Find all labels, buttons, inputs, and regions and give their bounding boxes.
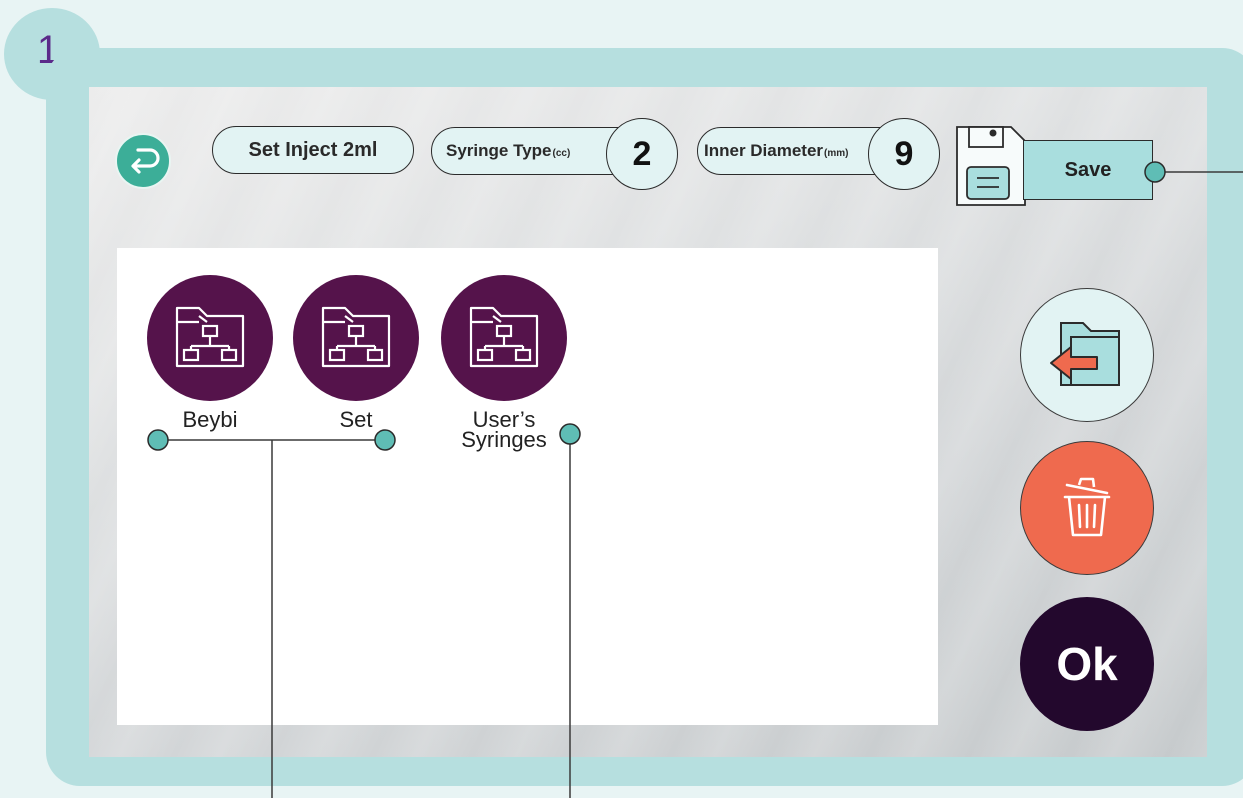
file-browser-panel: Beybi Set User’s Syringes <box>117 248 938 725</box>
floppy-disk-icon <box>956 126 1026 206</box>
load-folder-button[interactable] <box>1020 288 1154 422</box>
syringe-type-label: Syringe Type <box>446 141 552 160</box>
program-name-button[interactable]: Set Inject 2ml <box>212 126 414 174</box>
folder-network-icon <box>469 306 539 368</box>
touch-screen: Set Inject 2ml Syringe Type (cc) 2 Inner … <box>89 87 1207 757</box>
folder-load-icon <box>1050 322 1120 386</box>
trash-icon <box>1063 477 1111 537</box>
ok-button[interactable]: Ok <box>1020 597 1154 731</box>
folder-label-users-syringes: User’s Syringes <box>461 407 547 452</box>
back-button[interactable] <box>115 133 171 189</box>
save-button[interactable]: Save <box>1023 140 1153 200</box>
folder-item-beybi[interactable]: Beybi <box>145 275 275 432</box>
inner-diameter-label: Inner Diameter <box>704 141 824 160</box>
syringe-type-unit: (cc) <box>552 148 571 159</box>
inner-diameter-selector[interactable]: Inner Diameter (mm) 9 <box>697 118 940 190</box>
delete-button[interactable] <box>1020 441 1154 575</box>
return-arrow-icon <box>131 148 160 174</box>
save-control: Save <box>955 125 1155 206</box>
syringe-type-selector[interactable]: Syringe Type (cc) 2 <box>431 118 678 190</box>
inner-diameter-value[interactable]: 9 <box>868 118 940 190</box>
folder-network-icon <box>175 306 245 368</box>
folder-label-set: Set <box>339 407 373 432</box>
program-name-label: Set Inject 2ml <box>248 138 378 161</box>
syringe-type-value[interactable]: 2 <box>606 118 678 190</box>
folder-item-users-syringes[interactable]: User’s Syringes <box>439 275 569 452</box>
inner-diameter-unit: (mm) <box>824 148 849 159</box>
folder-item-set[interactable]: Set <box>291 275 421 432</box>
folder-network-icon <box>321 306 391 368</box>
folder-label-beybi: Beybi <box>182 407 238 432</box>
